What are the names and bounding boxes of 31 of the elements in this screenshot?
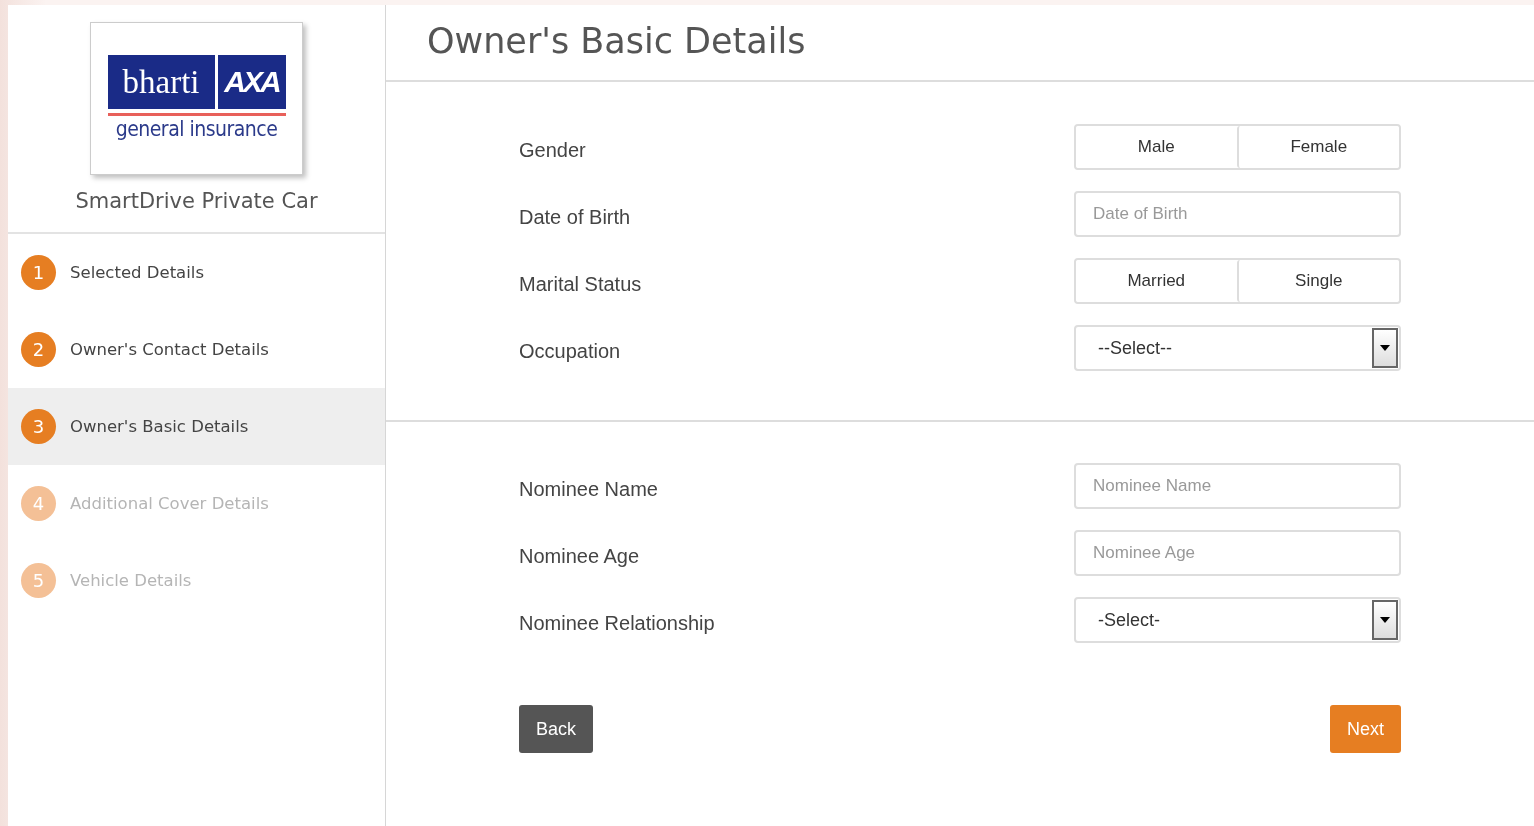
field-label: Date of Birth xyxy=(519,204,631,229)
select-field[interactable]: -Select- xyxy=(1074,597,1401,643)
field-label: Nominee Relationship xyxy=(519,610,715,635)
select-field[interactable]: --Select-- xyxy=(1074,325,1401,371)
step-number: 2 xyxy=(21,332,56,367)
step-label: Additional Cover Details xyxy=(70,494,269,513)
step-item[interactable]: 2 Owner's Contact Details xyxy=(8,311,385,388)
step-item[interactable]: 3 Owner's Basic Details xyxy=(8,388,385,465)
step-label: Selected Details xyxy=(70,263,204,282)
step-number: 4 xyxy=(21,486,56,521)
field-label: Nominee Age xyxy=(519,543,640,568)
field-label: Marital Status xyxy=(519,271,642,296)
input-field[interactable]: Date of Birth xyxy=(1074,191,1401,237)
field-label: Occupation xyxy=(519,338,621,363)
step-label: Vehicle Details xyxy=(70,571,192,590)
step-number: 5 xyxy=(21,563,56,598)
logo-partner: AXA xyxy=(217,55,286,109)
step-label: Owner's Contact Details xyxy=(70,340,269,359)
step-number: 3 xyxy=(21,409,56,444)
product-name: SmartDrive Private Car xyxy=(75,189,318,213)
step-item[interactable]: 1 Selected Details xyxy=(8,234,385,311)
logo-brand: bharti xyxy=(107,55,215,109)
field-label: Nominee Name xyxy=(519,476,658,501)
field-label: Gender xyxy=(519,137,586,162)
input-field[interactable]: Nominee Age xyxy=(1074,530,1401,576)
step-number: 1 xyxy=(21,255,56,290)
step-label: Owner's Basic Details xyxy=(70,417,249,436)
logo-tagline: general insurance xyxy=(114,116,279,142)
back-button[interactable]: Back xyxy=(519,705,594,753)
input-field[interactable]: Nominee Name xyxy=(1074,463,1401,509)
page-title: Owner's Basic Details xyxy=(386,5,1534,82)
